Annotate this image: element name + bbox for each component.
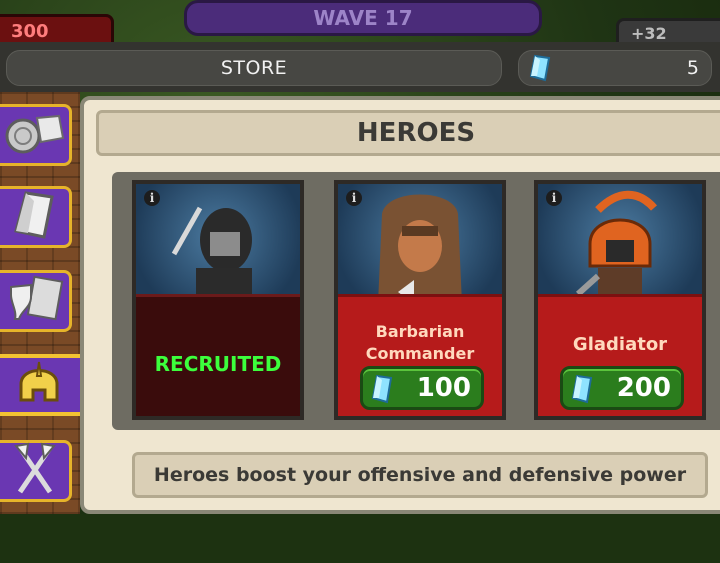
hero-card-gladiator[interactable]: i Gladiator 200: [534, 180, 706, 420]
gem-icon: [10, 189, 60, 245]
info-icon[interactable]: i: [546, 190, 562, 206]
coins-icon: [3, 108, 67, 162]
hero-card-recruited[interactable]: i RECRUITED: [132, 180, 304, 420]
gem-icon: [369, 374, 395, 408]
hero-name: Gladiator: [572, 334, 668, 355]
gem-balance: 5: [518, 50, 712, 86]
tab-weapons[interactable]: [0, 440, 72, 502]
hero-card-barbarian-commander[interactable]: i Barbarian Commander 100: [334, 180, 506, 420]
game-background: [0, 514, 720, 563]
gem-count: 5: [686, 57, 699, 79]
wave-indicator: WAVE 17: [184, 0, 542, 36]
tab-gems[interactable]: [0, 186, 72, 248]
tab-coins[interactable]: [0, 104, 72, 166]
buy-button[interactable]: 100: [360, 366, 484, 410]
recruited-label: RECRUITED: [154, 352, 282, 376]
info-icon[interactable]: i: [144, 190, 160, 206]
crossed-axes-icon: [10, 442, 60, 500]
helmet-icon: [15, 356, 63, 414]
items-icon: [5, 273, 65, 329]
info-icon[interactable]: i: [346, 190, 362, 206]
gem-icon: [569, 374, 595, 408]
hero-name-line1: Barbarian: [375, 322, 465, 341]
heroes-description: Heroes boost your offensive and defensiv…: [132, 452, 708, 498]
price-amount: 200: [616, 373, 671, 403]
price-amount: 100: [416, 373, 471, 403]
hero-name-line2: Commander: [365, 344, 475, 363]
buy-button[interactable]: 200: [560, 366, 684, 410]
gem-icon: [527, 54, 553, 86]
store-title: STORE: [6, 50, 502, 86]
section-title: HEROES: [96, 110, 720, 156]
tab-items[interactable]: [0, 270, 72, 332]
